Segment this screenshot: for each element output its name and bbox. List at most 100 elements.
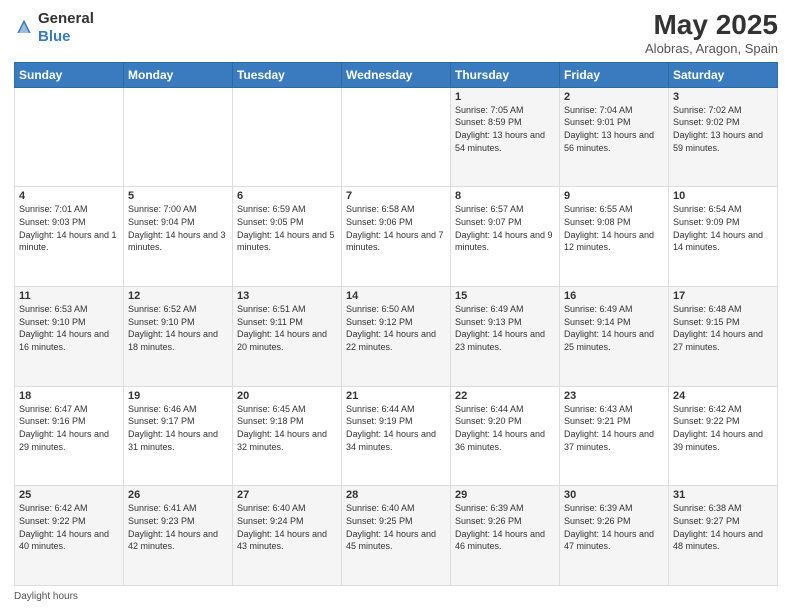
day-number: 26 — [128, 489, 228, 501]
day-info: Sunrise: 6:54 AMSunset: 9:09 PMDaylight:… — [673, 203, 773, 253]
day-info: Sunrise: 6:46 AMSunset: 9:17 PMDaylight:… — [128, 403, 228, 453]
day-number: 4 — [19, 190, 119, 202]
calendar-cell: 17Sunrise: 6:48 AMSunset: 9:15 PMDayligh… — [669, 287, 778, 387]
calendar-table: SundayMondayTuesdayWednesdayThursdayFrid… — [14, 62, 778, 586]
calendar-body: 1Sunrise: 7:05 AMSunset: 8:59 PMDaylight… — [15, 87, 778, 585]
day-number: 14 — [346, 290, 446, 302]
day-number: 25 — [19, 489, 119, 501]
day-info: Sunrise: 6:48 AMSunset: 9:15 PMDaylight:… — [673, 303, 773, 353]
day-number: 6 — [237, 190, 337, 202]
calendar-cell: 30Sunrise: 6:39 AMSunset: 9:26 PMDayligh… — [560, 486, 669, 586]
col-header-tuesday: Tuesday — [233, 62, 342, 87]
day-number: 1 — [455, 91, 555, 103]
day-info: Sunrise: 6:55 AMSunset: 9:08 PMDaylight:… — [564, 203, 664, 253]
day-number: 11 — [19, 290, 119, 302]
day-info: Sunrise: 7:00 AMSunset: 9:04 PMDaylight:… — [128, 203, 228, 253]
calendar-cell: 26Sunrise: 6:41 AMSunset: 9:23 PMDayligh… — [124, 486, 233, 586]
day-info: Sunrise: 6:57 AMSunset: 9:07 PMDaylight:… — [455, 203, 555, 253]
day-number: 24 — [673, 390, 773, 402]
daylight-label: Daylight hours — [14, 591, 78, 602]
day-number: 19 — [128, 390, 228, 402]
calendar-cell: 4Sunrise: 7:01 AMSunset: 9:03 PMDaylight… — [15, 187, 124, 287]
footer: Daylight hours — [14, 591, 778, 602]
calendar-cell: 21Sunrise: 6:44 AMSunset: 9:19 PMDayligh… — [342, 386, 451, 486]
calendar-week-1: 1Sunrise: 7:05 AMSunset: 8:59 PMDaylight… — [15, 87, 778, 187]
day-number: 5 — [128, 190, 228, 202]
calendar-week-3: 11Sunrise: 6:53 AMSunset: 9:10 PMDayligh… — [15, 287, 778, 387]
calendar-cell: 20Sunrise: 6:45 AMSunset: 9:18 PMDayligh… — [233, 386, 342, 486]
day-info: Sunrise: 7:04 AMSunset: 9:01 PMDaylight:… — [564, 104, 664, 154]
day-info: Sunrise: 6:45 AMSunset: 9:18 PMDaylight:… — [237, 403, 337, 453]
day-number: 22 — [455, 390, 555, 402]
day-info: Sunrise: 6:43 AMSunset: 9:21 PMDaylight:… — [564, 403, 664, 453]
day-info: Sunrise: 6:41 AMSunset: 9:23 PMDaylight:… — [128, 502, 228, 552]
calendar-cell: 2Sunrise: 7:04 AMSunset: 9:01 PMDaylight… — [560, 87, 669, 187]
calendar-cell: 29Sunrise: 6:39 AMSunset: 9:26 PMDayligh… — [451, 486, 560, 586]
calendar-cell: 7Sunrise: 6:58 AMSunset: 9:06 PMDaylight… — [342, 187, 451, 287]
day-info: Sunrise: 7:02 AMSunset: 9:02 PMDaylight:… — [673, 104, 773, 154]
calendar-cell: 23Sunrise: 6:43 AMSunset: 9:21 PMDayligh… — [560, 386, 669, 486]
day-info: Sunrise: 6:49 AMSunset: 9:14 PMDaylight:… — [564, 303, 664, 353]
day-number: 18 — [19, 390, 119, 402]
calendar-cell: 8Sunrise: 6:57 AMSunset: 9:07 PMDaylight… — [451, 187, 560, 287]
day-info: Sunrise: 6:38 AMSunset: 9:27 PMDaylight:… — [673, 502, 773, 552]
day-info: Sunrise: 6:50 AMSunset: 9:12 PMDaylight:… — [346, 303, 446, 353]
day-info: Sunrise: 7:01 AMSunset: 9:03 PMDaylight:… — [19, 203, 119, 253]
calendar-cell: 5Sunrise: 7:00 AMSunset: 9:04 PMDaylight… — [124, 187, 233, 287]
col-header-monday: Monday — [124, 62, 233, 87]
calendar-header: SundayMondayTuesdayWednesdayThursdayFrid… — [15, 62, 778, 87]
subtitle: Alobras, Aragon, Spain — [645, 41, 778, 56]
col-header-friday: Friday — [560, 62, 669, 87]
calendar-cell: 6Sunrise: 6:59 AMSunset: 9:05 PMDaylight… — [233, 187, 342, 287]
day-number: 17 — [673, 290, 773, 302]
day-number: 13 — [237, 290, 337, 302]
calendar-cell: 31Sunrise: 6:38 AMSunset: 9:27 PMDayligh… — [669, 486, 778, 586]
day-number: 16 — [564, 290, 664, 302]
day-info: Sunrise: 6:39 AMSunset: 9:26 PMDaylight:… — [455, 502, 555, 552]
calendar-cell: 10Sunrise: 6:54 AMSunset: 9:09 PMDayligh… — [669, 187, 778, 287]
day-number: 27 — [237, 489, 337, 501]
calendar-cell: 14Sunrise: 6:50 AMSunset: 9:12 PMDayligh… — [342, 287, 451, 387]
logo-text: General Blue — [38, 10, 94, 46]
day-info: Sunrise: 6:42 AMSunset: 9:22 PMDaylight:… — [673, 403, 773, 453]
calendar-cell: 18Sunrise: 6:47 AMSunset: 9:16 PMDayligh… — [15, 386, 124, 486]
day-number: 3 — [673, 91, 773, 103]
day-info: Sunrise: 7:05 AMSunset: 8:59 PMDaylight:… — [455, 104, 555, 154]
calendar-cell: 9Sunrise: 6:55 AMSunset: 9:08 PMDaylight… — [560, 187, 669, 287]
header: General Blue May 2025 Alobras, Aragon, S… — [14, 10, 778, 56]
title-block: May 2025 Alobras, Aragon, Spain — [645, 10, 778, 56]
logo-general: General — [38, 10, 94, 27]
calendar-week-2: 4Sunrise: 7:01 AMSunset: 9:03 PMDaylight… — [15, 187, 778, 287]
calendar-cell: 16Sunrise: 6:49 AMSunset: 9:14 PMDayligh… — [560, 287, 669, 387]
logo: General Blue — [14, 10, 94, 46]
day-number: 29 — [455, 489, 555, 501]
calendar-cell: 3Sunrise: 7:02 AMSunset: 9:02 PMDaylight… — [669, 87, 778, 187]
calendar-cell: 11Sunrise: 6:53 AMSunset: 9:10 PMDayligh… — [15, 287, 124, 387]
day-number: 15 — [455, 290, 555, 302]
calendar-week-4: 18Sunrise: 6:47 AMSunset: 9:16 PMDayligh… — [15, 386, 778, 486]
day-number: 12 — [128, 290, 228, 302]
day-info: Sunrise: 6:47 AMSunset: 9:16 PMDaylight:… — [19, 403, 119, 453]
day-number: 10 — [673, 190, 773, 202]
day-info: Sunrise: 6:53 AMSunset: 9:10 PMDaylight:… — [19, 303, 119, 353]
header-row: SundayMondayTuesdayWednesdayThursdayFrid… — [15, 62, 778, 87]
day-number: 31 — [673, 489, 773, 501]
day-number: 28 — [346, 489, 446, 501]
day-info: Sunrise: 6:51 AMSunset: 9:11 PMDaylight:… — [237, 303, 337, 353]
day-info: Sunrise: 6:40 AMSunset: 9:25 PMDaylight:… — [346, 502, 446, 552]
day-info: Sunrise: 6:58 AMSunset: 9:06 PMDaylight:… — [346, 203, 446, 253]
day-number: 20 — [237, 390, 337, 402]
calendar-cell: 27Sunrise: 6:40 AMSunset: 9:24 PMDayligh… — [233, 486, 342, 586]
day-info: Sunrise: 6:40 AMSunset: 9:24 PMDaylight:… — [237, 502, 337, 552]
main-title: May 2025 — [645, 10, 778, 41]
day-number: 2 — [564, 91, 664, 103]
day-number: 8 — [455, 190, 555, 202]
day-number: 21 — [346, 390, 446, 402]
calendar-cell — [342, 87, 451, 187]
day-number: 9 — [564, 190, 664, 202]
calendar-cell — [124, 87, 233, 187]
calendar-cell: 15Sunrise: 6:49 AMSunset: 9:13 PMDayligh… — [451, 287, 560, 387]
col-header-thursday: Thursday — [451, 62, 560, 87]
calendar-cell — [15, 87, 124, 187]
calendar-cell: 1Sunrise: 7:05 AMSunset: 8:59 PMDaylight… — [451, 87, 560, 187]
